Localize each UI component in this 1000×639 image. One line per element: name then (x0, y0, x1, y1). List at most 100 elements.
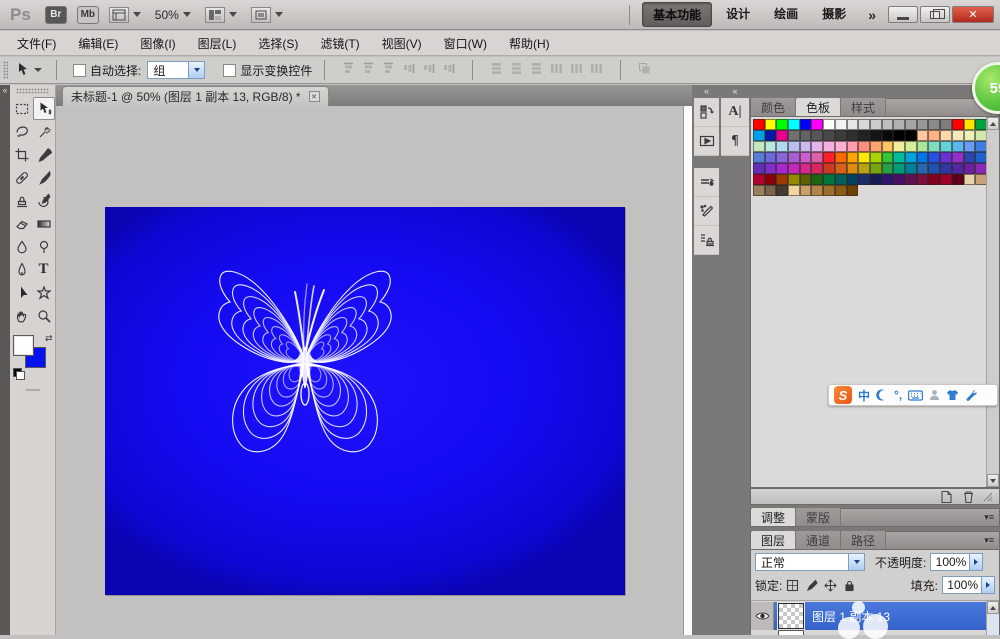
swatch-34[interactable] (917, 130, 929, 141)
layer-comps-panel-button[interactable] (694, 98, 719, 127)
scroll-down-button[interactable] (987, 474, 999, 487)
align-left-button[interactable] (402, 62, 415, 78)
swatch-62[interactable] (776, 152, 788, 163)
swatch-52[interactable] (893, 141, 905, 152)
tools-dock-collapse-strip[interactable]: « (0, 85, 10, 635)
menu-图[interactable]: 图层(L) (187, 31, 248, 56)
workspace-tab-设计[interactable]: 设计 (716, 2, 760, 27)
swatch-100[interactable] (753, 174, 765, 185)
swatch-124[interactable] (800, 185, 812, 196)
workspace-tab-基本功能[interactable]: 基本功能 (642, 2, 712, 27)
panel-menu-icon[interactable]: ▾≡ (984, 512, 994, 523)
sogou-logo-icon[interactable]: S (834, 386, 852, 404)
swatch-70[interactable] (870, 152, 882, 163)
swatch-118[interactable] (964, 174, 976, 185)
clone-source-panel-button[interactable] (694, 226, 719, 255)
swatch-54[interactable] (917, 141, 929, 152)
lock-image-brush-icon[interactable] (805, 579, 818, 592)
swatch-26[interactable] (823, 130, 835, 141)
swatch-35[interactable] (928, 130, 940, 141)
swatch-66[interactable] (823, 152, 835, 163)
clone-stamp-tool[interactable] (11, 189, 33, 212)
swatch-110[interactable] (870, 174, 882, 185)
blur-tool[interactable] (11, 235, 33, 258)
auto-select-checkbox[interactable] (73, 64, 86, 77)
swatches-tab-颜色[interactable]: 颜色 (751, 98, 796, 116)
swatch-3[interactable] (788, 119, 800, 130)
zoom-level-dropdown[interactable]: 50% (155, 8, 191, 22)
minimize-button[interactable] (888, 6, 918, 23)
align-vcenter-button[interactable] (362, 62, 375, 78)
scroll-up-button[interactable] (987, 601, 999, 614)
swatch-104[interactable] (800, 174, 812, 185)
type-tool[interactable]: T (33, 258, 55, 281)
align-bottom-button[interactable] (382, 62, 395, 78)
swatch-64[interactable] (800, 152, 812, 163)
layer-thumbnail[interactable] (778, 603, 804, 629)
swatch-123[interactable] (788, 185, 800, 196)
swap-colors-icon[interactable]: ⇄ (45, 333, 53, 344)
swatch-60[interactable] (753, 152, 765, 163)
swatch-5[interactable] (811, 119, 823, 130)
swatch-1[interactable] (765, 119, 777, 130)
swatch-106[interactable] (823, 174, 835, 185)
swatch-47[interactable] (835, 141, 847, 152)
show-transform-checkbox[interactable] (223, 64, 236, 77)
swatch-109[interactable] (858, 174, 870, 185)
swatch-10[interactable] (870, 119, 882, 130)
swatch-85[interactable] (811, 163, 823, 174)
swatch-25[interactable] (811, 130, 823, 141)
tool-presets-panel-button[interactable] (694, 168, 719, 197)
swatch-108[interactable] (847, 174, 859, 185)
swatch-63[interactable] (788, 152, 800, 163)
distribute-hcenter-button[interactable] (570, 62, 583, 78)
swatch-14[interactable] (917, 119, 929, 130)
zoom-tool[interactable] (33, 304, 55, 327)
swatch-101[interactable] (765, 174, 777, 185)
swatch-45[interactable] (811, 141, 823, 152)
swatch-43[interactable] (788, 141, 800, 152)
swatch-78[interactable] (964, 152, 976, 163)
swatch-94[interactable] (917, 163, 929, 174)
character-panel-button[interactable]: A| (721, 98, 749, 127)
swatch-122[interactable] (776, 185, 788, 196)
launch-mini-bridge-button[interactable]: Mb (77, 6, 99, 24)
document-vertical-scrollbar[interactable] (683, 106, 692, 635)
auto-select-target-select[interactable]: 组 (147, 61, 205, 79)
distribute-bottom-button[interactable] (530, 62, 543, 78)
adjustments-tab-调整[interactable]: 调整 (751, 508, 796, 526)
blend-mode-select[interactable]: 正常 (755, 553, 865, 571)
resize-grip-icon[interactable] (983, 492, 993, 502)
lock-position-icon[interactable] (824, 579, 837, 592)
swatch-51[interactable] (882, 141, 894, 152)
swatch-125[interactable] (811, 185, 823, 196)
align-top-button[interactable] (342, 62, 355, 78)
swatch-77[interactable] (952, 152, 964, 163)
swatch-50[interactable] (870, 141, 882, 152)
swatch-16[interactable] (940, 119, 952, 130)
sogou-account-person-icon[interactable] (929, 389, 940, 401)
swatch-107[interactable] (835, 174, 847, 185)
brush-tool[interactable] (33, 166, 55, 189)
panel-menu-icon[interactable]: ▾≡ (984, 535, 994, 546)
distribute-top-button[interactable] (490, 62, 503, 78)
lasso-tool[interactable] (11, 120, 33, 143)
swatch-7[interactable] (835, 119, 847, 130)
layers-scrollbar[interactable] (986, 601, 999, 635)
dodge-tool[interactable] (33, 235, 55, 258)
hand-tool[interactable] (11, 304, 33, 327)
pen-tool[interactable] (11, 258, 33, 281)
swatch-68[interactable] (847, 152, 859, 163)
swatch-15[interactable] (928, 119, 940, 130)
new-swatch-icon[interactable] (939, 490, 954, 504)
swatch-6[interactable] (823, 119, 835, 130)
align-right-button[interactable] (442, 62, 455, 78)
swatch-93[interactable] (905, 163, 917, 174)
path-selection-tool[interactable] (11, 281, 33, 304)
auto-align-layers-button[interactable] (638, 62, 651, 78)
fill-value[interactable]: 100% (942, 576, 982, 594)
magic-wand-tool[interactable] (33, 120, 55, 143)
swatch-20[interactable] (753, 130, 765, 141)
select-arrow-button[interactable] (188, 62, 204, 78)
workspace-tab-摄影[interactable]: 摄影 (812, 2, 856, 27)
